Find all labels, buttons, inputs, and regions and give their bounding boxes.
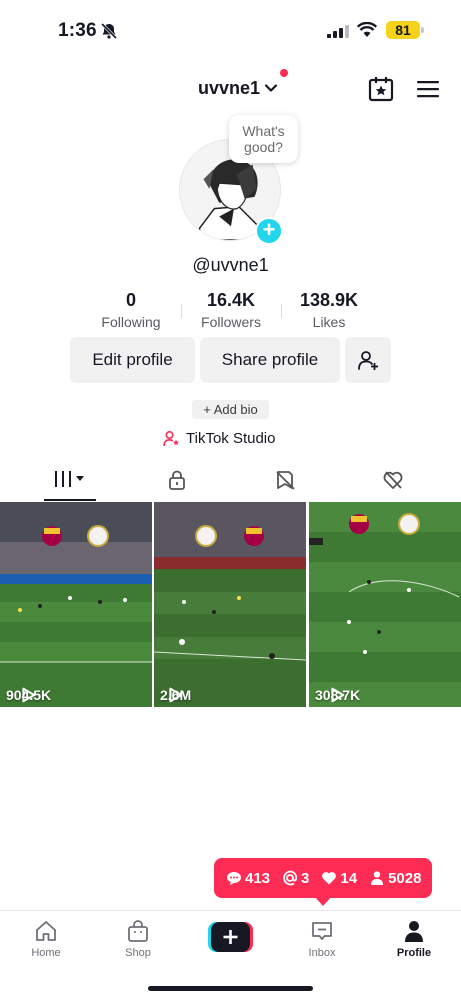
menu-icon[interactable] [416,79,440,99]
stat-divider [181,304,182,318]
tab-reposts[interactable] [270,468,300,492]
bell-muted-icon [100,22,118,40]
video-thumbnail[interactable]: 308.7K [309,502,461,707]
stat-following[interactable]: 0 Following [96,290,166,330]
view-count: 2.6M [160,687,191,703]
profile-stats: 0 Following 16.4K Followers 138.9K Likes [0,290,461,332]
profile-handle: @uvvne1 [192,255,269,275]
grid-icon [55,471,84,487]
view-count: 904.5K [6,687,51,703]
notif-followers: 5028 [369,870,421,887]
notif-likes: 14 [321,870,357,887]
nav-profile[interactable]: Profile [384,919,444,959]
stat-followers[interactable]: 16.4K Followers [195,290,267,330]
followers-count: 16.4K [206,290,256,310]
notification-arrow [315,897,331,906]
following-label: Following [101,314,161,330]
likes-notif-count: 14 [340,869,358,887]
studio-label: TikTok Studio [186,429,276,447]
play-icon [169,687,183,703]
home-indicator [148,986,313,991]
nav-profile-label: Profile [396,947,432,959]
tab-liked[interactable] [378,468,408,492]
at-icon [283,870,298,886]
profile-person-icon [405,921,423,942]
view-count: 308.7K [315,687,360,703]
tiktok-studio-link[interactable]: TikTok Studio [163,428,275,448]
profile-header: uvvne1 [0,69,461,104]
status-bar: 1:36 81 [0,0,461,60]
shop-bag-icon [128,920,148,942]
account-switcher[interactable]: uvvne1 [198,76,278,100]
add-bio-button[interactable]: + Add bio [192,400,269,419]
signal-icon [327,25,349,38]
content-tabs [0,462,461,502]
lock-icon [169,470,185,490]
person-icon [371,871,384,885]
edit-profile-button[interactable]: Edit profile [70,337,195,383]
battery-tip [421,27,424,33]
nav-shop-label: Shop [125,947,151,959]
create-plus-button[interactable] [208,922,253,952]
inbox-icon [312,922,332,940]
add-friends-button[interactable] [345,337,391,383]
nav-home-label: Home [31,947,61,959]
followers-notif-count: 5028 [388,869,422,887]
bubble-text-line1: What's [242,123,285,139]
comment-icon [227,872,241,885]
add-avatar-button[interactable]: + [255,217,283,245]
studio-person-icon [163,430,179,446]
share-profile-button[interactable]: Share profile [200,337,340,383]
followers-label: Followers [201,314,261,330]
notif-comments: 413 [226,870,270,887]
heart-icon [322,872,337,885]
home-icon [36,921,56,941]
following-count: 0 [125,290,136,310]
status-time: 1:36 [58,20,97,41]
football-scene-image [0,502,152,707]
tab-videos[interactable] [50,468,90,492]
video-grid: 904.5K 2.6M 308.7K [0,502,461,707]
repost-hidden-icon [276,471,295,490]
play-icon [22,687,36,703]
bubble-text-line2: good? [244,139,283,155]
add-friend-icon [358,351,378,370]
stat-likes[interactable]: 138.9K Likes [290,290,368,330]
calendar-star-icon[interactable] [368,76,394,102]
active-tab-indicator [44,499,96,501]
video-thumbnail[interactable]: 2.6M [154,502,306,707]
likes-label: Likes [312,314,346,330]
football-scene-image [309,502,461,707]
notification-dot [280,69,288,77]
nav-inbox-label: Inbox [308,947,336,959]
mentions-count: 3 [301,869,310,887]
username-title: uvvne1 [198,77,261,98]
battery-indicator: 81 [386,21,420,39]
play-icon [331,687,345,703]
comments-count: 413 [245,869,271,887]
tab-private[interactable] [162,468,192,492]
wifi-icon [357,22,377,37]
heart-hidden-icon [383,471,403,489]
stat-divider [281,304,282,318]
nav-shop[interactable]: Shop [108,919,168,959]
status-bubble[interactable]: What's good? [229,115,298,163]
notif-mentions: 3 [282,870,309,887]
likes-count: 138.9K [299,290,359,310]
activity-notification[interactable]: 413 3 14 5028 [214,858,432,898]
football-scene-image [154,502,306,707]
nav-home[interactable]: Home [16,919,76,959]
chevron-down-icon [264,84,278,92]
video-thumbnail[interactable]: 904.5K [0,502,152,707]
nav-inbox[interactable]: Inbox [292,919,352,959]
